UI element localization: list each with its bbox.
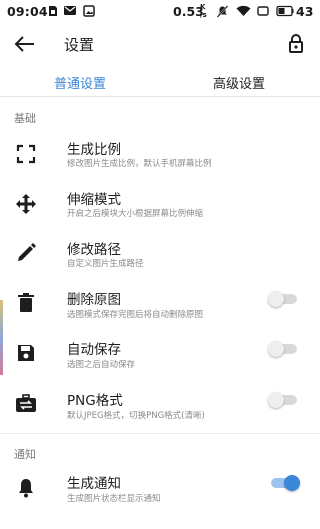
status-time: 09:04 — [7, 4, 48, 19]
tab-normal-settings[interactable]: 普通设置 — [54, 73, 106, 92]
setting-title: 生成通知 — [67, 476, 121, 492]
setting-title: 伸缩模式 — [67, 192, 121, 208]
setting-subtitle: 修改图片生成比例，默认手机屏幕比例 — [67, 159, 212, 169]
setting-title: 删除原图 — [67, 292, 121, 308]
setting-subtitle: 开启之后模块大小根据屏幕比例伸缩 — [67, 209, 204, 219]
back-arrow-icon[interactable] — [12, 32, 38, 56]
bell-icon — [19, 479, 33, 498]
setting-subtitle: 生成图片状态栏显示通知 — [67, 494, 161, 504]
move-arrows-icon — [16, 194, 36, 214]
gen-notify-toggle[interactable] — [268, 474, 300, 492]
image-notify-icon — [83, 5, 95, 17]
battery-icon — [276, 5, 294, 17]
page-title: 设置 — [64, 36, 95, 54]
png-format-toggle[interactable] — [268, 391, 300, 409]
notification-off-icon — [216, 5, 229, 18]
app-bar: 设置 — [0, 24, 320, 64]
setting-row-png-format[interactable]: PNG格式 默认JPEG格式，切换PNG格式(清晰) — [0, 385, 320, 435]
fullscreen-corners-icon — [16, 144, 36, 164]
auto-save-toggle[interactable] — [268, 340, 300, 358]
sim-card-icon — [49, 6, 57, 16]
network-speed-unit: K/s — [200, 3, 207, 19]
section-divider — [0, 433, 320, 434]
setting-row-delete-original[interactable]: 删除原图 选图模式保存完图后将自动删除原图 — [0, 283, 320, 333]
setting-row-auto-save[interactable]: 自动保存 选图之后自动保存 — [0, 333, 320, 383]
battery-level: 43 — [296, 4, 314, 19]
settings-tabs: 普通设置 高级设置 — [0, 64, 320, 98]
setting-title: 修改路径 — [67, 242, 121, 258]
message-icon — [64, 6, 76, 15]
pencil-icon — [18, 243, 36, 261]
setting-row-stretch[interactable]: 伸缩模式 开启之后模块大小根据屏幕比例伸缩 — [0, 183, 320, 233]
tab-advanced-settings[interactable]: 高级设置 — [213, 73, 265, 92]
status-bar: 09:04 0.53 K/s 43 — [0, 0, 320, 24]
setting-subtitle: 自定义图片生成路径 — [67, 259, 144, 269]
tabs-divider — [0, 96, 320, 97]
setting-subtitle: 选图模式保存完图后将自动删除原图 — [67, 310, 204, 320]
setting-row-path[interactable]: 修改路径 自定义图片生成路径 — [0, 233, 320, 283]
setting-title: PNG格式 — [67, 393, 123, 409]
wifi-icon — [236, 5, 251, 16]
delete-original-toggle[interactable] — [268, 290, 300, 308]
setting-subtitle: 选图之后自动保存 — [67, 360, 136, 370]
lock-icon[interactable] — [284, 32, 308, 56]
section-header-notify: 通知 — [14, 448, 36, 461]
setting-subtitle: 默认JPEG格式，切换PNG格式(清晰) — [67, 411, 205, 421]
setting-row-ratio[interactable]: 生成比例 修改图片生成比例，默认手机屏幕比例 — [0, 133, 320, 183]
setting-title: 生成比例 — [67, 142, 121, 158]
swap-briefcase-icon — [16, 394, 36, 412]
rotation-icon — [257, 6, 269, 16]
save-icon — [18, 345, 34, 361]
setting-row-gen-notify[interactable]: 生成通知 生成图片状态栏显示通知 — [0, 468, 320, 518]
setting-title: 自动保存 — [67, 342, 121, 358]
trash-icon — [18, 293, 34, 312]
edge-artifact — [0, 300, 3, 375]
section-header-basic: 基础 — [14, 112, 36, 125]
